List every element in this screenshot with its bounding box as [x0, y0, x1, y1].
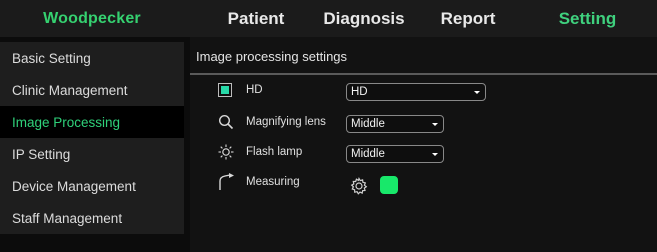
title-divider [190, 73, 657, 75]
brand-logo: Woodpecker [43, 9, 141, 27]
tab-report[interactable]: Report [418, 0, 518, 37]
magnifier-label: Magnifying lens [246, 116, 326, 128]
hd-label: HD [246, 84, 263, 96]
sidebar-item-device-management[interactable]: Device Management [0, 170, 184, 202]
flash-select-value: Middle [351, 148, 385, 160]
top-navigation: Woodpecker Patient Diagnosis Report Sett… [0, 0, 657, 37]
measuring-label: Measuring [246, 176, 300, 188]
settings-sidebar: Basic Setting Clinic Management Image Pr… [0, 37, 184, 252]
chevron-down-icon [432, 153, 438, 156]
gear-icon[interactable] [350, 177, 368, 200]
tab-setting[interactable]: Setting [518, 0, 657, 37]
magnifier-select[interactable]: Middle [346, 115, 444, 133]
chevron-down-icon [432, 123, 438, 126]
app-window: Woodpecker Patient Diagnosis Report Sett… [0, 0, 657, 252]
sidebar-item-clinic-management[interactable]: Clinic Management [0, 74, 184, 106]
flash-label: Flash lamp [246, 146, 303, 158]
chevron-down-icon [474, 91, 480, 94]
measuring-icon [218, 173, 240, 190]
sidebar-item-basic-setting[interactable]: Basic Setting [0, 42, 184, 74]
tab-patient[interactable]: Patient [202, 0, 310, 37]
magnifier-row: Magnifying lens [218, 114, 326, 130]
hd-select[interactable]: HD [346, 83, 486, 101]
magnifier-icon [218, 114, 240, 130]
hd-checkbox-icon[interactable] [218, 82, 240, 98]
image-processing-panel: Image processing settings HD HD Magnifyi… [190, 37, 657, 252]
hd-row: HD [218, 82, 263, 98]
hd-select-value: HD [351, 86, 368, 98]
panel-title: Image processing settings [196, 49, 348, 64]
sidebar-item-staff-management[interactable]: Staff Management [0, 202, 184, 234]
flash-select[interactable]: Middle [346, 145, 444, 163]
magnifier-select-value: Middle [351, 118, 385, 130]
measuring-color-swatch[interactable] [380, 176, 398, 194]
sidebar-item-ip-setting[interactable]: IP Setting [0, 138, 184, 170]
measuring-row: Measuring [218, 173, 300, 190]
tab-diagnosis[interactable]: Diagnosis [310, 0, 418, 37]
flash-lamp-icon [218, 144, 240, 160]
sidebar-item-image-processing[interactable]: Image Processing [0, 106, 184, 138]
flash-row: Flash lamp [218, 144, 302, 160]
